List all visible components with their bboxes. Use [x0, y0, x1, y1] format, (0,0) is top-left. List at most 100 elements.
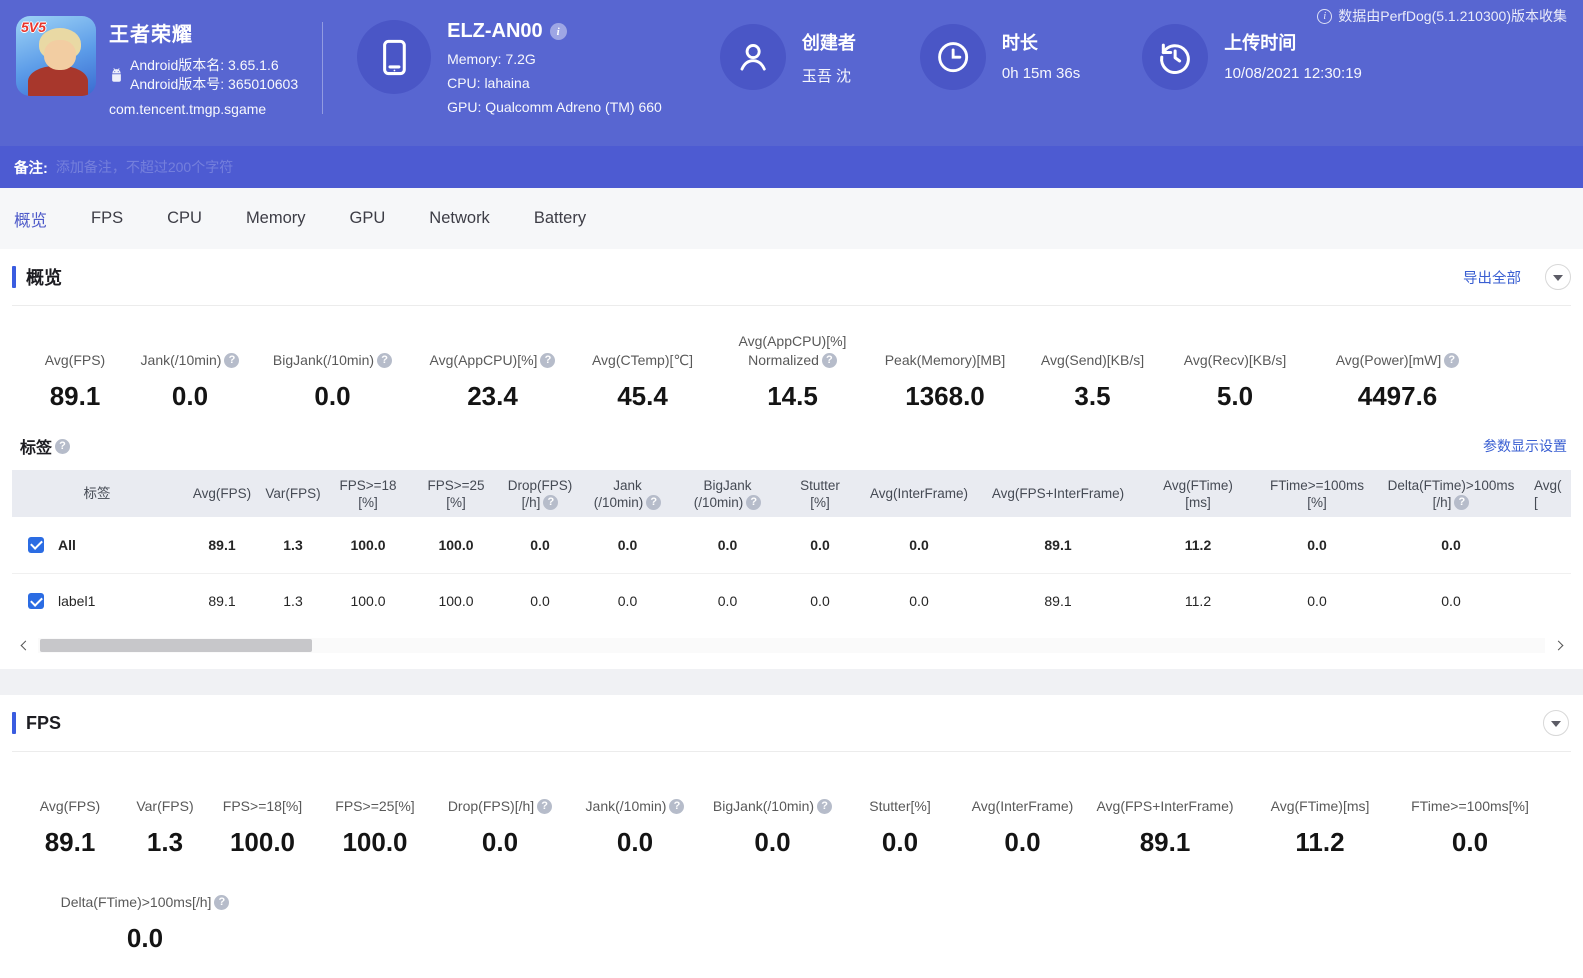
fps-section: FPS Avg(FPS) 89.1 Var(FPS) 1.3 FPS>=18[%…	[0, 695, 1583, 958]
section-divider-band	[0, 669, 1583, 695]
column-header-clipped: Avg([	[1526, 470, 1571, 517]
overview-title: 概览	[26, 268, 62, 288]
column-header: Avg(InterFrame)	[860, 470, 978, 517]
metric: FTime>=100ms[%] 0.0	[1395, 776, 1545, 858]
cell: 89.1	[182, 572, 262, 629]
metric-label: Avg(Send)[KB/s]	[1040, 352, 1145, 368]
metric-value: 45.4	[617, 381, 668, 411]
metric: Stutter[%] 0.0	[840, 776, 960, 858]
app-info: 5V5 王者荣耀 Android版本名: 3.65.1.6 Android版本号…	[16, 16, 298, 117]
android-version-code: Android版本号: 365010603	[130, 76, 299, 92]
column-header: Delta(FTime)>100ms [/h]	[1376, 470, 1526, 517]
tab-memory[interactable]: Memory	[246, 209, 306, 228]
cell: 89.1	[978, 572, 1138, 629]
upload-info: 上传时间 10/08/2021 12:30:19	[1142, 20, 1362, 90]
cell: 0.0	[717, 536, 738, 553]
horizontal-scrollbar[interactable]	[12, 637, 1571, 653]
help-icon[interactable]	[55, 438, 71, 454]
help-icon[interactable]	[817, 799, 833, 814]
cell-clipped: 23.4	[1526, 517, 1571, 573]
column-header: Avg(FPS+InterFrame)	[978, 470, 1138, 517]
metric-label: Avg(Recv)[KB/s]	[1183, 352, 1287, 368]
help-icon[interactable]	[1454, 494, 1470, 510]
export-all-link[interactable]: 导出全部	[1463, 267, 1521, 288]
parameter-display-settings-link[interactable]: 参数显示设置	[1483, 436, 1567, 456]
remark-input[interactable]: 添加备注，不超过200个字符	[56, 157, 1569, 177]
help-icon[interactable]	[537, 799, 553, 814]
help-icon[interactable]	[377, 353, 393, 368]
cell-clipped: 23.4	[1526, 572, 1571, 629]
help-icon[interactable]	[746, 494, 762, 510]
scrollbar-thumb[interactable]	[40, 638, 312, 652]
chevron-down-icon	[1553, 275, 1563, 281]
help-icon[interactable]	[821, 353, 837, 368]
metric: Avg(FTime)[ms] 11.2	[1245, 776, 1395, 858]
metric-value: 0.0	[126, 923, 164, 953]
collapse-fps-button[interactable]	[1543, 710, 1569, 736]
cell: 0.0	[860, 572, 978, 629]
tab-fps[interactable]: FPS	[91, 209, 123, 228]
row-checkbox[interactable]	[28, 593, 44, 610]
metric-value: 14.5	[767, 381, 818, 411]
upload-time-value: 10/08/2021 12:30:19	[1224, 65, 1362, 82]
creator-label: 创建者	[801, 33, 856, 53]
cell: 11.2	[1184, 536, 1212, 553]
metric-label: Normalized	[748, 352, 819, 368]
device-info-icon[interactable]	[549, 23, 567, 40]
history-clock-icon	[1142, 24, 1209, 90]
help-icon[interactable]	[543, 494, 559, 510]
help-icon[interactable]	[540, 353, 556, 368]
tab-network[interactable]: Network	[429, 209, 490, 228]
upload-time-label: 上传时间	[1224, 33, 1297, 53]
tab-gpu[interactable]: GPU	[350, 209, 386, 228]
tab-battery[interactable]: Battery	[534, 209, 586, 228]
metric-label: Avg(FPS)	[44, 352, 106, 368]
cell: 0.0	[500, 572, 580, 629]
row-checkbox[interactable]	[28, 536, 44, 553]
metric-label: FTime>=100ms[%]	[1411, 798, 1529, 814]
metric-value: 1.3	[146, 827, 184, 857]
scroll-right-arrow[interactable]	[1545, 637, 1571, 653]
labels-title: 标签	[20, 440, 53, 457]
duration-info: 时长 0h 15m 36s	[919, 20, 1080, 90]
cell: 89.1	[1044, 536, 1072, 553]
creator-info: 创建者 玉吾 沈	[719, 20, 856, 90]
metric-value: 100.0	[229, 827, 296, 857]
scrollbar-track[interactable]	[38, 637, 1545, 653]
metric-value: 0.0	[314, 381, 351, 411]
phone-icon	[357, 20, 432, 94]
collector-note-text: 数据由PerfDog(5.1.210300)版本收集	[1338, 8, 1567, 24]
metric-label: BigJank(/10min)	[712, 798, 815, 814]
overview-section: 概览 导出全部 Avg(FPS) 89.1 Jank(/10min) 0.0 B…	[0, 249, 1583, 695]
help-icon[interactable]	[1444, 353, 1460, 368]
app-title: 王者荣耀	[109, 24, 193, 46]
column-header: FPS>=18 [%]	[324, 470, 412, 517]
tab-overview[interactable]: 概览	[14, 207, 47, 231]
metric-label: Avg(AppCPU)[%]	[429, 352, 538, 368]
cell: 0.0	[675, 572, 780, 629]
scroll-left-arrow[interactable]	[12, 637, 38, 653]
section-accent-bar	[12, 712, 16, 734]
clock-icon	[919, 24, 986, 90]
metric: BigJank(/10min) 0.0	[250, 330, 415, 412]
table-row: All 89.1 1.3 100.0 100.0 0.0 0.0 0.0 0.0…	[12, 517, 1571, 573]
column-header: Avg(FPS)	[182, 470, 262, 517]
metric-label: Avg(FPS)	[39, 798, 101, 814]
metric-value: 0.0	[171, 381, 209, 411]
metric-label: Avg(Power)[mW]	[1335, 352, 1442, 368]
cell: 100.0	[324, 572, 412, 629]
metric-value: 23.4	[467, 381, 518, 411]
column-header: Jank (/10min)	[580, 470, 675, 517]
app-icon: 5V5	[16, 16, 96, 96]
collapse-overview-button[interactable]	[1545, 264, 1571, 290]
help-icon[interactable]	[646, 494, 662, 510]
tab-cpu[interactable]: CPU	[167, 209, 202, 228]
help-icon[interactable]	[214, 895, 230, 910]
metric-value: 3.5	[1074, 381, 1111, 411]
help-icon[interactable]	[224, 353, 240, 368]
metric-label: Avg(CTemp)[℃]	[591, 352, 694, 368]
android-version-name: Android版本名: 3.65.1.6	[130, 57, 279, 73]
cell: 0.0	[1307, 536, 1327, 553]
column-header: Stutter [%]	[780, 470, 860, 517]
help-icon[interactable]	[669, 799, 685, 814]
